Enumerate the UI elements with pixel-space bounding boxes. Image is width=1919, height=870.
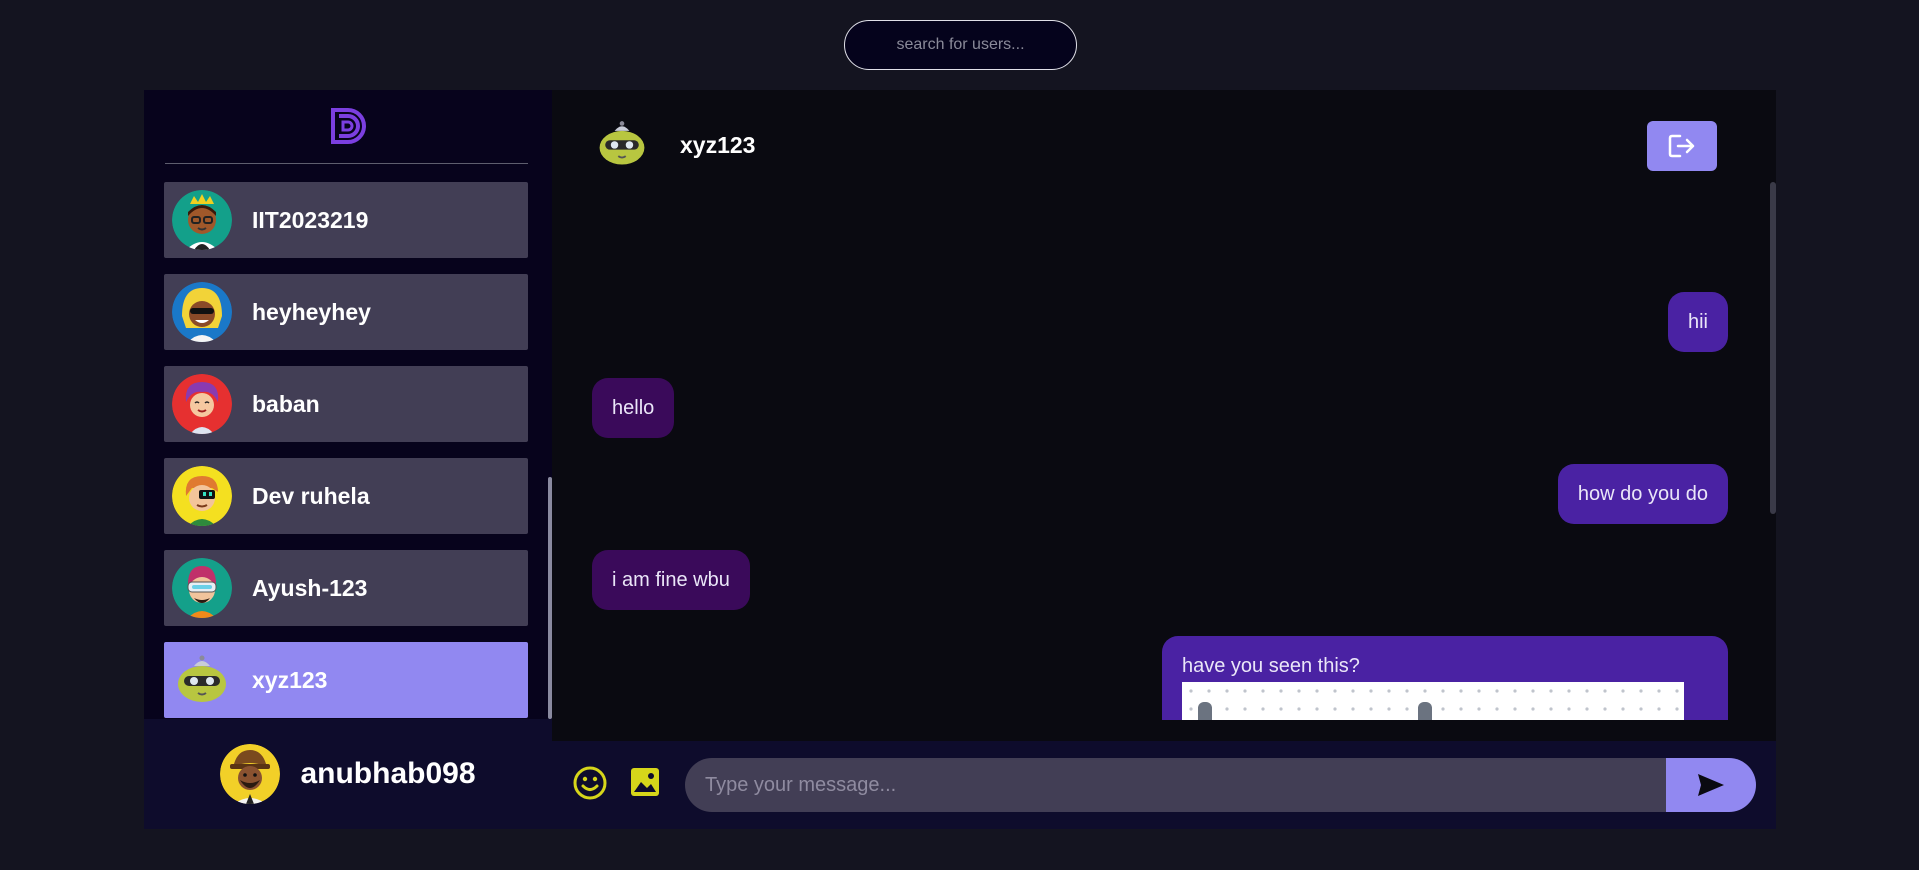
sidebar-divider [165,163,528,164]
smiley-icon[interactable] [572,765,608,801]
avatar [172,374,232,434]
contact-list: IIT2023219 heyheyhey baban Dev ruhela Ay… [164,182,528,734]
message-text: i am fine wbu [612,569,730,591]
contact-name: IIT2023219 [252,206,369,233]
contact-item[interactable]: baban [164,366,528,442]
sidebar: IIT2023219 heyheyhey baban Dev ruhela Ay… [144,90,552,829]
contact-item[interactable]: xyz123 [164,642,528,718]
contact-item[interactable]: IIT2023219 [164,182,528,258]
send-icon [1698,774,1724,796]
message-text: how do you do [1577,483,1708,505]
contact-item[interactable]: heyheyhey [164,274,528,350]
chat-partner-name: xyz123 [680,132,756,158]
avatar [599,121,645,165]
message-input-bar [552,741,1776,829]
contact-name: baban [252,390,320,417]
contact-item[interactable]: Dev ruhela [164,458,528,534]
message-bubble-outgoing: hii [1667,292,1728,352]
chat-app: IIT2023219 heyheyhey baban Dev ruhela Ay… [144,90,1776,829]
search-input[interactable] [844,20,1077,70]
contact-item[interactable]: Ayush-123 [164,550,528,626]
contact-name: Dev ruhela [252,482,370,509]
brand-d-logo-icon [331,108,366,144]
avatar [172,558,232,618]
chat-header: xyz123 [552,90,1776,200]
avatar [220,744,281,804]
message-text: hii [1687,311,1708,333]
message-bubble-outgoing: have you seen this? [1162,636,1728,720]
logout-icon [1668,134,1695,158]
current-user-name: anubhab098 [300,757,476,790]
message-text: have you seen this? [1182,655,1360,677]
message-bubble-outgoing: how do you do [1557,464,1728,524]
current-user-profile: anubhab098 [144,719,552,829]
contact-name: heyheyhey [252,298,371,325]
avatar [172,466,232,526]
avatar [172,190,232,250]
message-input[interactable] [685,758,1675,812]
message-text: hello [612,397,655,419]
message-image[interactable] [1182,682,1684,720]
search-bar [844,20,1077,70]
shared-illustration [1182,682,1684,720]
chat-panel: xyz123 hii hello how do you do i am fine… [552,90,1776,829]
logout-button[interactable] [1647,121,1717,171]
avatar [178,655,226,702]
message-list: hii hello how do you do i am fine wbu ha… [552,200,1776,720]
contact-name: xyz123 [252,666,328,693]
contact-name: Ayush-123 [252,574,368,601]
message-bubble-incoming: hello [592,378,675,438]
image-icon[interactable] [629,766,661,798]
message-bubble-incoming: i am fine wbu [592,550,750,610]
send-button[interactable] [1666,758,1756,812]
avatar [172,282,232,342]
